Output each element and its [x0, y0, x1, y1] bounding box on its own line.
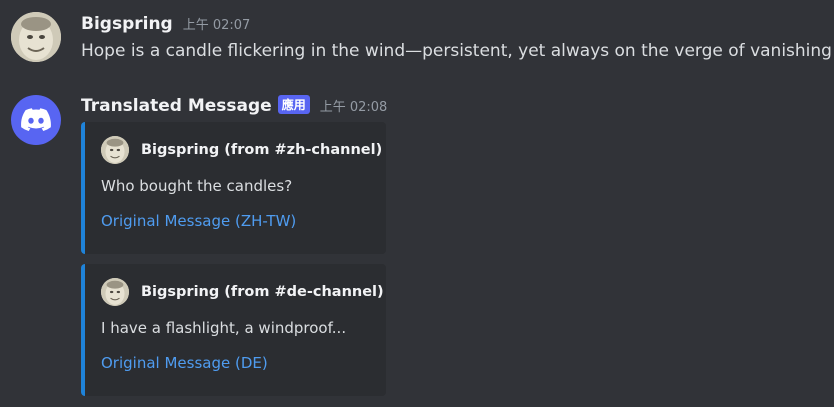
translation-embed: Bigspring (from #de-channel) I have a fl… [81, 264, 386, 396]
face-avatar-icon [101, 278, 129, 306]
discord-logo-icon [21, 108, 51, 131]
timestamp: 上午 02:07 [182, 18, 251, 33]
embed-author: Bigspring (from #de-channel) [101, 278, 384, 306]
embed-author-name[interactable]: Bigspring (from #de-channel) [141, 284, 384, 300]
translation-embed: Bigspring (from #zh-channel) Who bought … [81, 122, 386, 254]
username[interactable]: Bigspring [81, 14, 173, 34]
user-avatar[interactable] [11, 12, 61, 62]
message-content: Hope is a candle flickering in the wind—… [81, 41, 832, 61]
original-message-link[interactable]: Original Message (ZH-TW) [101, 212, 296, 230]
message-header: Translated Message 應用 上午 02:08 [81, 95, 388, 116]
embed-author-name[interactable]: Bigspring (from #zh-channel) [141, 142, 382, 158]
embed-author: Bigspring (from #zh-channel) [101, 136, 382, 164]
embed-description: Who bought the candles? [101, 177, 293, 195]
username[interactable]: Translated Message [81, 96, 272, 116]
original-message-link[interactable]: Original Message (DE) [101, 354, 268, 372]
embed-author-avatar[interactable] [101, 136, 129, 164]
face-avatar-icon [101, 136, 129, 164]
message-header: Bigspring 上午 02:07 [81, 14, 250, 34]
embed-description: I have a flashlight, a windproof... [101, 319, 347, 337]
face-avatar-icon [11, 12, 61, 62]
embed-author-avatar[interactable] [101, 278, 129, 306]
timestamp: 上午 02:08 [319, 100, 388, 115]
app-badge: 應用 [277, 95, 310, 114]
bot-avatar[interactable] [11, 95, 61, 145]
